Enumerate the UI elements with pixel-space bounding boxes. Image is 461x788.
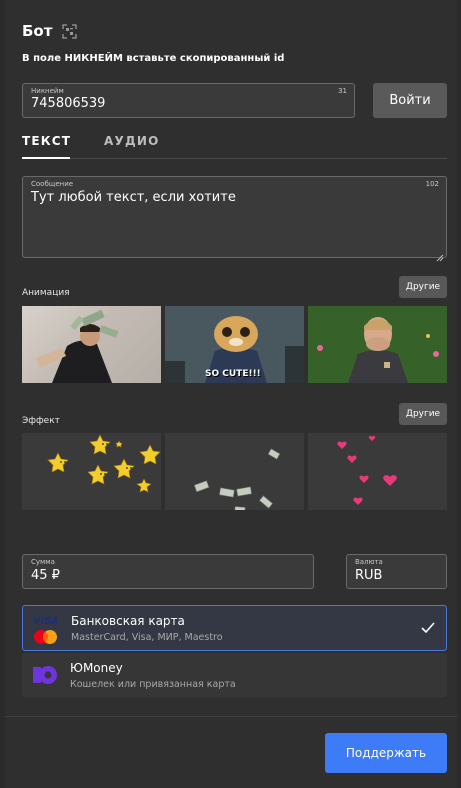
- payment-yoomoney-subtitle: Кошелек или привязанная карта: [70, 679, 236, 690]
- nickname-counter: 31: [338, 87, 347, 95]
- animation-label: Анимация: [22, 288, 70, 298]
- effect-item-stars[interactable]: [22, 433, 161, 510]
- payment-card-title: Банковская карта: [71, 614, 185, 628]
- tab-text[interactable]: ТЕКСТ: [22, 134, 71, 148]
- active-tab-indicator: [22, 157, 70, 159]
- effect-other-button[interactable]: Другие: [399, 403, 447, 425]
- login-button[interactable]: Войти: [373, 83, 447, 118]
- mastercard-icon: [33, 629, 59, 645]
- effect-label: Эффект: [22, 416, 60, 426]
- currency-value[interactable]: RUB: [355, 568, 382, 583]
- page-title: Бот: [22, 22, 53, 40]
- nickname-label: Никнейм: [31, 87, 64, 95]
- payment-option-yoomoney[interactable]: ЮMoney Кошелек или привязанная карта: [22, 653, 447, 697]
- amount-field[interactable]: Сумма 45 ₽: [22, 554, 314, 589]
- content-tabs: ТЕКСТ АУДИО: [22, 130, 447, 159]
- animation-item-so-cute[interactable]: SO CUTE!!!: [165, 306, 304, 383]
- message-counter: 102: [425, 180, 439, 188]
- resize-handle-icon[interactable]: [436, 247, 444, 262]
- amount-label: Сумма: [31, 558, 55, 566]
- payment-card-subtitle: MasterCard, Visa, МИР, Maestro: [71, 632, 223, 643]
- message-value[interactable]: Тут любой текст, если хотите: [31, 190, 236, 205]
- yoomoney-icon: [32, 665, 58, 685]
- header: Бот: [22, 22, 78, 40]
- animation-item-laughing[interactable]: [308, 306, 447, 383]
- message-field[interactable]: Сообщение 102 Тут любой текст, если хоти…: [22, 176, 447, 262]
- support-button[interactable]: Поддержать: [325, 733, 447, 773]
- visa-icon: VISA: [33, 610, 59, 627]
- currency-label: Валюта: [355, 558, 383, 566]
- currency-field[interactable]: Валюта RUB: [346, 554, 447, 589]
- nickname-field[interactable]: Никнейм 31 745806539: [22, 83, 355, 118]
- payment-option-bank-card[interactable]: VISA Банковская карта MasterCard, Visa, …: [22, 605, 447, 651]
- check-icon: [420, 620, 436, 636]
- animation-caption: SO CUTE!!!: [205, 369, 261, 379]
- animation-other-button[interactable]: Другие: [399, 276, 447, 298]
- effect-item-money[interactable]: [165, 433, 304, 510]
- svg-text:VISA: VISA: [33, 616, 57, 625]
- payment-yoomoney-title: ЮMoney: [70, 661, 123, 675]
- donation-panel: Бот В поле НИКНЕЙМ вставьте скопированны…: [5, 0, 457, 788]
- message-label: Сообщение: [31, 180, 74, 188]
- animation-item-money[interactable]: [22, 306, 161, 383]
- effect-item-hearts[interactable]: [308, 433, 447, 510]
- nickname-value[interactable]: 745806539: [31, 96, 105, 111]
- instruction-text: В поле НИКНЕЙМ вставьте скопированный id: [22, 53, 285, 64]
- tab-audio[interactable]: АУДИО: [104, 134, 159, 148]
- divider: [5, 716, 457, 717]
- amount-value[interactable]: 45 ₽: [31, 568, 60, 583]
- qr-scan-icon[interactable]: [62, 23, 78, 39]
